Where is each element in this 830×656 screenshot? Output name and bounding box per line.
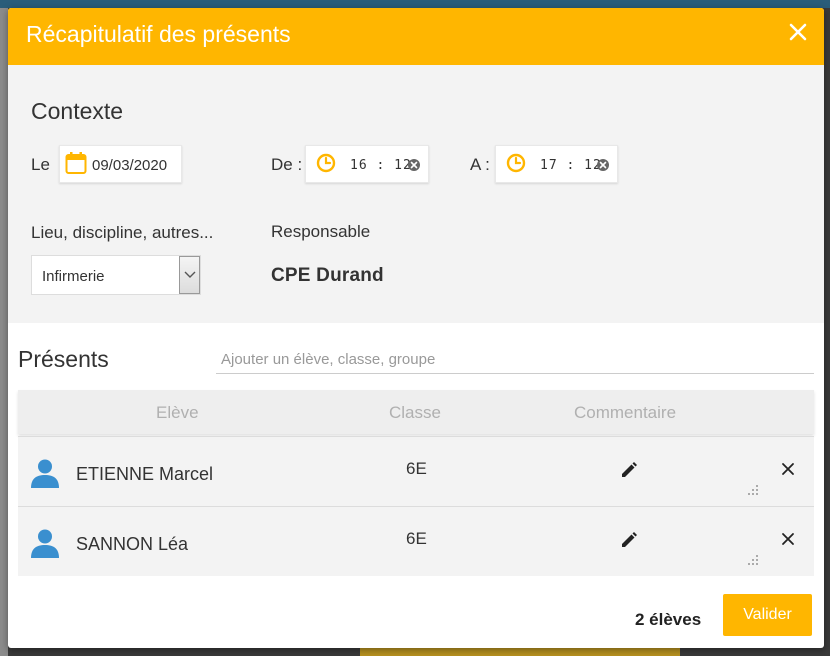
user-icon xyxy=(31,529,59,558)
student-name: ETIENNE Marcel xyxy=(76,464,214,484)
presents-table: Elève Classe Commentaire ETIENNE Marcel … xyxy=(18,390,814,576)
dialog-header: Récapitulatif des présents xyxy=(8,8,824,65)
background-accent xyxy=(360,648,680,656)
user-icon xyxy=(31,459,59,488)
edit-comment-icon[interactable] xyxy=(620,531,638,549)
resize-grip-icon[interactable] xyxy=(748,555,760,567)
place-label: Lieu, discipline, autres... xyxy=(31,223,214,242)
table-header: Elève Classe Commentaire xyxy=(18,390,814,434)
student-class: 6E xyxy=(406,459,427,478)
place-select-value: Infirmerie xyxy=(42,268,105,285)
from-time-value: 16 : 12 xyxy=(350,158,412,173)
column-header-commentaire: Commentaire xyxy=(574,403,677,422)
dialog-title: Récapitulatif des présents xyxy=(26,21,291,47)
from-time-input[interactable]: 16 : 12 xyxy=(305,145,429,183)
clear-icon[interactable] xyxy=(408,159,420,171)
to-time-input[interactable]: 17 : 12 xyxy=(495,145,618,183)
clock-icon xyxy=(316,153,336,173)
remove-student-icon[interactable] xyxy=(780,531,796,547)
calendar-icon xyxy=(65,152,87,174)
select-arrow[interactable] xyxy=(179,256,200,294)
clear-icon[interactable] xyxy=(597,159,609,171)
close-icon[interactable] xyxy=(786,20,810,44)
from-label: De : xyxy=(271,155,303,174)
to-label: A : xyxy=(470,155,490,174)
student-class: 6E xyxy=(406,529,427,548)
column-header-classe: Classe xyxy=(389,403,441,422)
clock-icon xyxy=(506,153,526,173)
date-label: Le xyxy=(31,155,50,174)
to-time-value: 17 : 12 xyxy=(540,158,602,173)
table-row: SANNON Léa 6E xyxy=(18,506,814,576)
validate-button[interactable]: Valider xyxy=(723,594,812,636)
presents-title: Présents xyxy=(18,346,109,372)
add-student-input[interactable] xyxy=(216,346,814,374)
responsible-name: CPE Durand xyxy=(271,265,384,286)
student-name: SANNON Léa xyxy=(76,534,189,554)
presents-summary-dialog: Récapitulatif des présents Contexte Le 0… xyxy=(8,8,824,648)
place-select[interactable]: Infirmerie xyxy=(31,255,201,295)
date-value: 09/03/2020 xyxy=(92,157,168,174)
context-section: Contexte Le 09/03/2020 De : 16 : 12 A : xyxy=(8,65,824,323)
table-row: ETIENNE Marcel 6E xyxy=(18,436,814,506)
resize-grip-icon[interactable] xyxy=(748,485,760,497)
edit-comment-icon[interactable] xyxy=(620,461,638,479)
responsible-label: Responsable xyxy=(271,222,371,241)
chevron-down-icon xyxy=(184,271,196,278)
date-picker[interactable]: 09/03/2020 xyxy=(59,145,182,183)
remove-student-icon[interactable] xyxy=(780,461,796,477)
student-count: 2 élèves xyxy=(635,610,702,629)
background-top-strip xyxy=(0,0,830,8)
column-header-eleve: Elève xyxy=(156,403,199,422)
context-title: Contexte xyxy=(31,98,124,124)
background-page xyxy=(0,8,8,656)
